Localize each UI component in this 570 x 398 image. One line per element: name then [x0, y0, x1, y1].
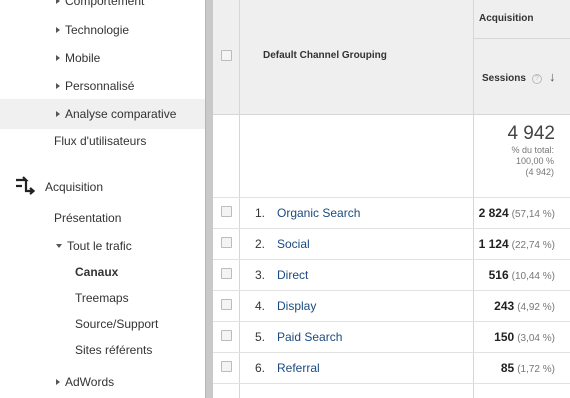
row-checkbox[interactable]	[221, 361, 232, 372]
row-divider	[213, 290, 570, 291]
row-index: 1.	[255, 206, 266, 220]
sessions-percent: (4,92 %)	[517, 302, 555, 313]
sidebar-item-label: Présentation	[54, 211, 122, 225]
sidebar-section-acquisition[interactable]: Acquisition	[14, 176, 103, 196]
channel-table: Default Channel Grouping Acquisition Ses…	[213, 0, 570, 398]
column-divider	[239, 0, 240, 398]
channel-link[interactable]: Direct	[277, 268, 308, 282]
sessions-value: 1 124	[478, 237, 509, 251]
row-index: 5.	[255, 330, 266, 344]
sidebar-section-label: Acquisition	[45, 180, 104, 194]
column-header-sessions[interactable]: Sessions?	[482, 73, 542, 84]
sidebar-item-label: Technologie	[65, 23, 130, 37]
row-divider	[213, 321, 570, 322]
row-index: 6.	[255, 361, 266, 375]
sessions-value: 2 824	[478, 206, 509, 220]
sidebar-item-label: AdWords	[65, 375, 115, 389]
sessions-cell: 243 (4,92 %)	[494, 299, 555, 313]
caret-down-icon	[56, 244, 62, 248]
row-divider	[213, 259, 570, 260]
sidebar-item-treemaps[interactable]: Treemaps	[75, 291, 129, 305]
sessions-value: 516	[488, 268, 509, 282]
sidebar-nav: Comportement Technologie Mobile Personna…	[0, 0, 205, 398]
sessions-percent: (3,04 %)	[517, 333, 555, 344]
row-index: 2.	[255, 237, 266, 251]
sidebar-item-adwords[interactable]: AdWords	[56, 375, 114, 389]
channel-link[interactable]: Referral	[277, 361, 320, 375]
sidebar-item-label: Source/Support	[75, 317, 159, 331]
sidebar-item-label: Treemaps	[75, 291, 129, 305]
row-divider	[213, 197, 570, 198]
channel-link[interactable]: Display	[277, 299, 316, 313]
sidebar-item-flux-utilisateurs[interactable]: Flux d'utilisateurs	[54, 134, 146, 148]
sessions-cell: 150 (3,04 %)	[494, 330, 555, 344]
row-index: 4.	[255, 299, 266, 313]
sessions-value: 150	[494, 330, 515, 344]
sidebar-item-label: Tout le trafic	[67, 239, 132, 253]
sessions-value: 243	[494, 299, 515, 313]
row-checkbox[interactable]	[221, 330, 232, 341]
sidebar-item-technologie[interactable]: Technologie	[56, 23, 129, 37]
column-group-acquisition: Acquisition	[479, 13, 534, 24]
sidebar-item-mobile[interactable]: Mobile	[56, 51, 100, 65]
sidebar-item-analyse-comparative[interactable]: Analyse comparative	[0, 99, 205, 129]
sidebar-item-label: Personnalisé	[65, 79, 135, 93]
sessions-value: 85	[500, 361, 515, 375]
acquisition-arrows-icon	[16, 176, 36, 195]
channel-link[interactable]: Organic Search	[277, 206, 360, 220]
sessions-cell: 2 824 (57,14 %)	[479, 206, 555, 220]
select-all-checkbox[interactable]	[221, 50, 232, 61]
sort-descending-icon[interactable]: ↓	[549, 69, 556, 84]
sessions-cell: 1 124 (22,74 %)	[479, 237, 555, 251]
sidebar-item-tout-le-trafic[interactable]: Tout le trafic	[56, 239, 132, 253]
channel-link[interactable]: Paid Search	[277, 330, 342, 344]
row-divider	[213, 383, 570, 384]
sidebar-item-label: Mobile	[65, 51, 101, 65]
caret-right-icon	[56, 55, 60, 61]
sessions-cell: 516 (10,44 %)	[489, 268, 555, 282]
sidebar-item-label: Canaux	[75, 265, 119, 279]
caret-right-icon	[56, 379, 60, 385]
caret-right-icon	[56, 0, 60, 4]
sessions-label: Sessions	[482, 73, 526, 84]
column-header-channel[interactable]: Default Channel Grouping	[263, 50, 387, 61]
sessions-percent: (22,74 %)	[511, 240, 555, 251]
row-checkbox[interactable]	[221, 299, 232, 310]
sessions-cell: 85 (1,72 %)	[501, 361, 555, 375]
row-checkbox[interactable]	[221, 206, 232, 217]
sidebar-item-presentation[interactable]: Présentation	[54, 211, 121, 225]
caret-right-icon	[56, 27, 60, 33]
row-checkbox[interactable]	[221, 237, 232, 248]
sidebar-item-source-support[interactable]: Source/Support	[75, 317, 158, 331]
sessions-percent: (1,72 %)	[517, 364, 555, 375]
sidebar-item-canaux[interactable]: Canaux	[75, 265, 118, 279]
caret-right-icon	[56, 83, 60, 89]
total-percent-line-1: % du total:	[511, 145, 554, 155]
row-divider	[213, 352, 570, 353]
total-percent-line-3: (4 942)	[525, 167, 554, 177]
row-divider	[213, 228, 570, 229]
sessions-percent: (10,44 %)	[511, 271, 555, 282]
help-icon[interactable]: ?	[531, 74, 542, 84]
caret-right-icon	[56, 111, 60, 117]
header-divider	[473, 38, 570, 39]
sidebar-item-sites-referents[interactable]: Sites référents	[75, 343, 152, 357]
sidebar-item-label: Analyse comparative	[65, 107, 177, 121]
sidebar-item-label: Comportement	[65, 0, 145, 8]
total-sessions: 4 942	[507, 123, 555, 144]
sidebar-item-label: Sites référents	[75, 343, 153, 357]
sidebar-scrollbar[interactable]	[205, 0, 213, 398]
sidebar-item-label: Flux d'utilisateurs	[54, 134, 147, 148]
column-divider	[473, 0, 474, 398]
total-percent-line-2: 100,00 %	[515, 156, 554, 166]
sidebar-item-personnalise[interactable]: Personnalisé	[56, 79, 134, 93]
channel-link[interactable]: Social	[277, 237, 310, 251]
sessions-percent: (57,14 %)	[511, 209, 555, 220]
sidebar-item-comportement[interactable]: Comportement	[56, 0, 144, 8]
row-checkbox[interactable]	[221, 268, 232, 279]
row-index: 3.	[255, 268, 266, 282]
